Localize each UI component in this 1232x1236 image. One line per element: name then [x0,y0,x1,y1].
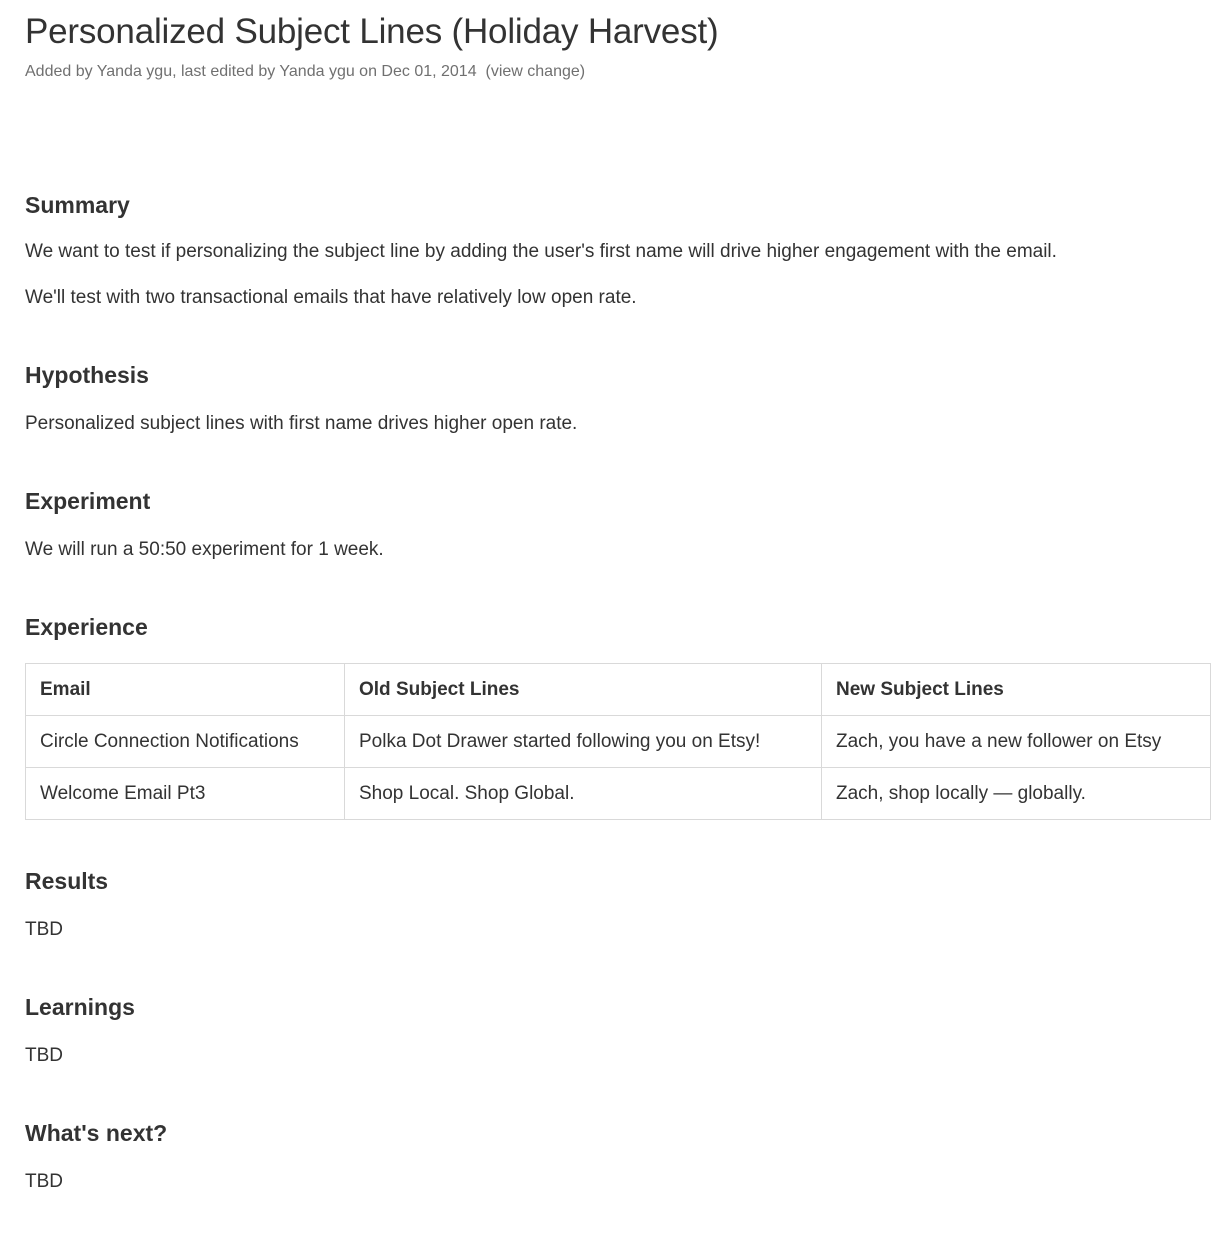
cell-email: Welcome Email Pt3 [25,767,345,820]
cell-new-subject: Zach, shop locally — globally. [821,767,1211,820]
page-title: Personalized Subject Lines (Holiday Harv… [25,12,719,51]
cell-new-subject: Zach, you have a new follower on Etsy [821,715,1211,768]
summary-line-2: We'll test with two transactional emails… [25,287,637,308]
experience-heading: Experience [25,614,148,640]
cell-email: Circle Connection Notifications [25,715,345,768]
view-change-link[interactable]: (view change) [486,63,586,80]
results-heading: Results [25,868,109,894]
column-header-old-subject: Old Subject Lines [344,663,822,716]
experience-table: Email Old Subject Lines New Subject Line… [25,663,1211,820]
hypothesis-text: Personalized subject lines with first na… [25,413,578,434]
wiki-page: Personalized Subject Lines (Holiday Harv… [0,0,1232,1236]
learnings-text: TBD [25,1045,63,1066]
table-header-row: Email Old Subject Lines New Subject Line… [25,663,1211,716]
page-metadata: Added by Yanda ygu, last edited by Yanda… [25,63,585,81]
table-row: Circle Connection Notifications Polka Do… [25,715,1211,768]
column-header-email: Email [25,663,345,716]
hypothesis-heading: Hypothesis [25,362,149,388]
table-row: Welcome Email Pt3 Shop Local. Shop Globa… [25,767,1211,820]
whats-next-heading: What's next? [25,1120,168,1146]
results-text: TBD [25,919,63,940]
summary-heading: Summary [25,192,130,218]
learnings-heading: Learnings [25,994,135,1020]
experiment-text: We will run a 50:50 experiment for 1 wee… [25,539,384,560]
column-header-new-subject: New Subject Lines [821,663,1211,716]
edit-info: Added by Yanda ygu, last edited by Yanda… [25,63,477,80]
cell-old-subject: Polka Dot Drawer started following you o… [344,715,822,768]
cell-old-subject: Shop Local. Shop Global. [344,767,822,820]
summary-line-1: We want to test if personalizing the sub… [25,241,1057,262]
whats-next-text: TBD [25,1171,63,1192]
experiment-heading: Experiment [25,488,151,514]
